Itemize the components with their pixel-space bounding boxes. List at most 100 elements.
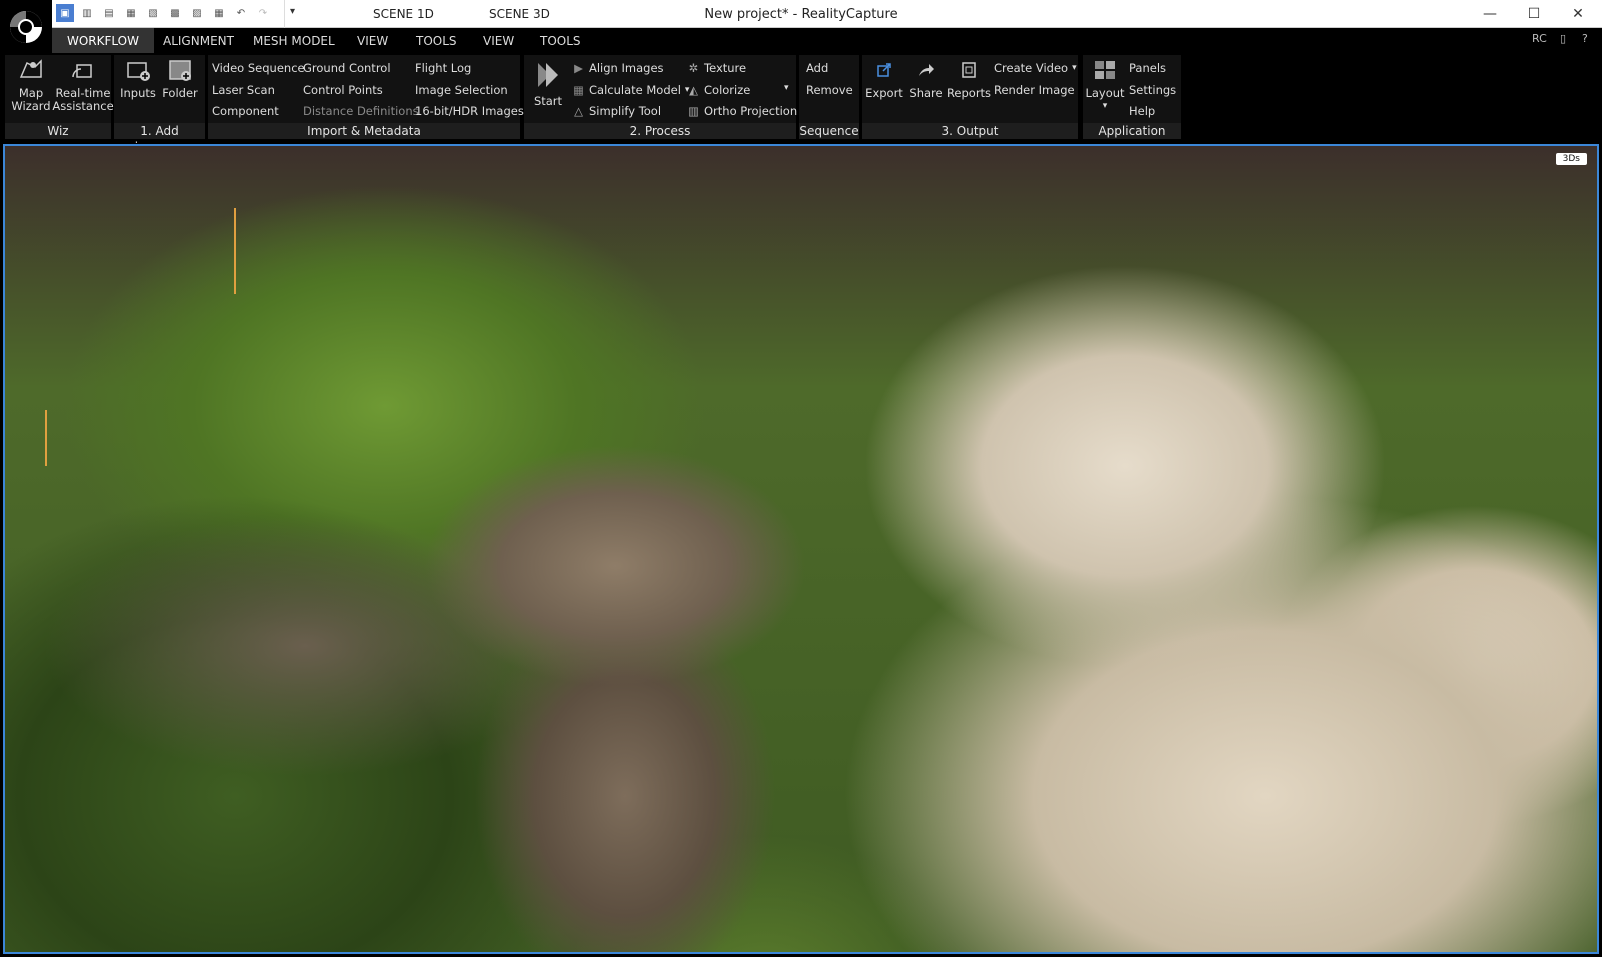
chevron-down-icon[interactable]: ▾ [1103, 100, 1108, 113]
flight-log-button[interactable]: Flight Log [415, 61, 471, 75]
start-icon [535, 59, 561, 91]
chevron-down-icon[interactable]: ▾ [1072, 63, 1077, 73]
create-video-label: Create Video [994, 61, 1069, 75]
create-video-button[interactable]: Create Video ▾ [994, 61, 1077, 75]
help-icon[interactable]: ? [1582, 32, 1588, 45]
group-label-add-imagery: 1. Add imagery [114, 123, 205, 154]
colorize-icon: ◭ [689, 83, 698, 97]
share-icon [913, 57, 939, 83]
maximize-icon[interactable]: ☐ [1512, 0, 1556, 28]
panels-button[interactable]: Panels [1129, 61, 1166, 75]
laser-scan-button[interactable]: Laser Scan [212, 83, 275, 97]
folder-label: Folder [162, 86, 198, 100]
simplify-tool-label: Simplify Tool [589, 104, 662, 118]
view-mode-badge[interactable]: 3Ds [1555, 153, 1587, 165]
menu-mesh-model[interactable]: MESH MODEL [238, 28, 350, 53]
reports-label: Reports [946, 86, 992, 100]
map-wizard-icon [18, 57, 44, 83]
layout-icon [1092, 57, 1118, 83]
tab-scene-1d[interactable]: SCENE 1D [373, 7, 434, 21]
settings-button[interactable]: Settings [1129, 83, 1176, 97]
folder-button[interactable]: Folder [160, 57, 200, 100]
rc-label[interactable]: RC [1532, 32, 1547, 45]
remove-button[interactable]: Remove [806, 83, 853, 97]
ground-control-button[interactable]: Ground Control [303, 61, 391, 75]
group-label-output: 3. Output [862, 123, 1078, 139]
document-icon[interactable]: ▯ [1560, 32, 1566, 45]
hdr-images-button[interactable]: 16-bit/HDR Images [415, 104, 524, 118]
add-folder-icon [167, 57, 193, 83]
help-button[interactable]: Help [1129, 104, 1155, 118]
group-wiz: Map Wizard Real-time Assistance Wiz [5, 55, 114, 139]
group-import-metadata: Video Sequence Laser Scan Component Grou… [208, 55, 524, 139]
texture-icon: ✲ [688, 61, 699, 75]
distance-definitions-button[interactable]: Distance Definitions [303, 104, 419, 118]
reports-button[interactable]: Reports [946, 57, 992, 100]
simplify-tool-button[interactable]: △ Simplify Tool [572, 104, 661, 118]
layout-two-columns-icon[interactable]: ▥ [78, 4, 96, 22]
start-button[interactable]: Start [530, 57, 566, 108]
chevron-down-icon[interactable]: ▾ [784, 83, 789, 93]
minimize-icon[interactable]: — [1468, 0, 1512, 28]
3d-viewport[interactable]: 3Ds [3, 144, 1599, 954]
redo-icon[interactable]: ↷ [254, 4, 272, 22]
quick-access-toolbar: ▣ ▥ ▤ ▦ ▧ ▩ ▨ ▦ ↶ ↷ [56, 4, 272, 22]
tab-scene-3d[interactable]: SCENE 3D [489, 7, 550, 21]
map-wizard-label: Map Wizard [11, 86, 51, 113]
ortho-projection-button[interactable]: ▥ Ortho Projection [687, 104, 797, 118]
divider [284, 0, 285, 28]
realitycapture-logo-icon [10, 10, 42, 43]
layout-label: Layout [1085, 86, 1125, 100]
ortho-projection-label: Ortho Projection [704, 104, 798, 118]
close-icon[interactable]: ✕ [1556, 0, 1600, 28]
layout-split-right-icon[interactable]: ▧ [144, 4, 162, 22]
texture-button[interactable]: ✲ Texture [687, 61, 746, 75]
app-logo[interactable] [0, 0, 52, 53]
align-images-button[interactable]: ▶ Align Images [572, 61, 663, 75]
group-output: Export Share Reports Create Video ▾ Rend… [862, 55, 1078, 139]
inputs-button[interactable]: Inputs [118, 57, 158, 100]
video-sequence-button[interactable]: Video Sequence [212, 61, 305, 75]
group-add-imagery: Inputs Folder 1. Add imagery [114, 55, 205, 154]
render-image-button[interactable]: Render Image [994, 83, 1075, 97]
group-label-application: Application [1083, 123, 1181, 139]
layout-four-icon[interactable]: ▦ [210, 4, 228, 22]
realtime-assistance-button[interactable]: Real-time Assistance [52, 57, 114, 113]
menu-view[interactable]: VIEW [342, 28, 403, 53]
layout-single-icon[interactable]: ▣ [56, 4, 74, 22]
calculate-model-button[interactable]: ▦ Calculate Model ▾ [572, 83, 689, 97]
align-images-icon: ▶ [574, 61, 583, 75]
export-button[interactable]: Export [864, 57, 904, 100]
component-button[interactable]: Component [212, 104, 279, 118]
control-points-button[interactable]: Control Points [303, 83, 383, 97]
group-label-process: 2. Process [524, 123, 796, 139]
layout-split-left-icon[interactable]: ▦ [122, 4, 140, 22]
quick-access-dropdown-icon[interactable]: ▾ [290, 6, 295, 17]
undo-icon[interactable]: ↶ [232, 4, 250, 22]
menu-view-2[interactable]: VIEW [468, 28, 529, 53]
image-selection-button[interactable]: Image Selection [415, 83, 508, 97]
calculate-model-label: Calculate Model [589, 83, 681, 97]
colorize-button[interactable]: ◭ Colorize [687, 83, 750, 97]
add-button[interactable]: Add [806, 61, 828, 75]
export-icon [871, 57, 897, 83]
menu-workflow[interactable]: WORKFLOW [52, 28, 154, 53]
ground-marker [234, 208, 236, 294]
menu-tools-2[interactable]: TOOLS [525, 28, 596, 53]
group-process: Start ▶ Align Images ▦ Calculate Model ▾… [524, 55, 797, 139]
inputs-label: Inputs [120, 86, 156, 100]
layout-top-icon[interactable]: ▨ [188, 4, 206, 22]
texture-label: Texture [704, 61, 747, 75]
menu-tools[interactable]: TOOLS [401, 28, 472, 53]
menu-alignment[interactable]: ALIGNMENT [148, 28, 249, 53]
map-wizard-button[interactable]: Map Wizard [9, 57, 53, 113]
group-sequence: Add Remove Sequence [799, 55, 859, 139]
layout-button[interactable]: Layout ▾ [1085, 57, 1125, 113]
group-application: Layout ▾ Panels Settings Help Applicatio… [1083, 55, 1181, 139]
layout-three-columns-icon[interactable]: ▤ [100, 4, 118, 22]
share-label: Share [909, 86, 943, 100]
add-image-icon [125, 57, 151, 83]
share-button[interactable]: Share [906, 57, 946, 100]
reports-icon [956, 57, 982, 83]
layout-grid-icon[interactable]: ▩ [166, 4, 184, 22]
